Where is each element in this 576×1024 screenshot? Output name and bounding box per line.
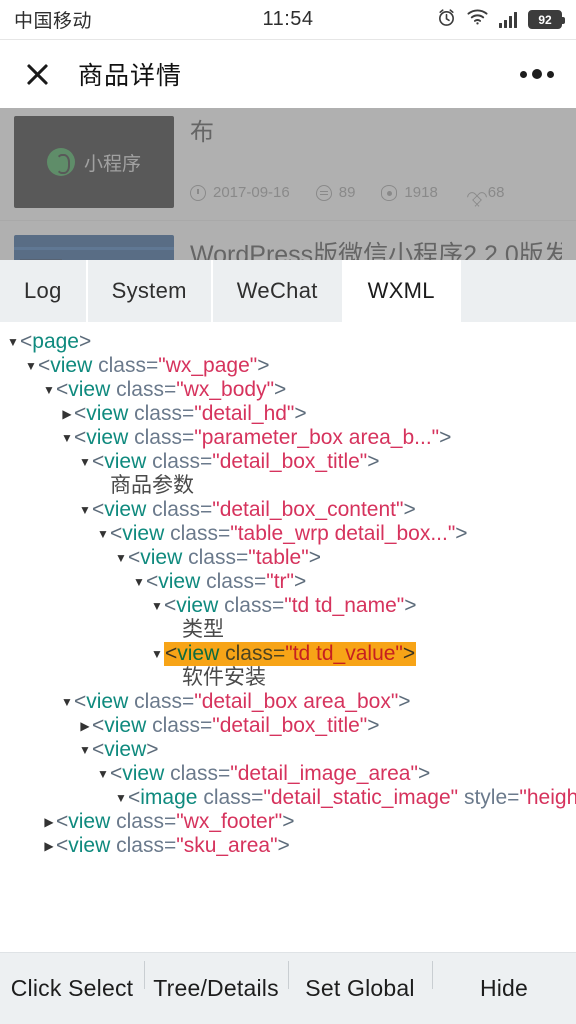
tree-node[interactable]: ▼ <image class="detail_static_image" styl… <box>6 786 576 810</box>
tree-node[interactable]: ▼ <view class="detail_box_content"> <box>6 498 576 522</box>
node-content: <view class="parameter_box area_b..."> <box>74 426 452 449</box>
caret-collapsed-icon[interactable]: ▶ <box>60 402 74 426</box>
toolbar-tree-details[interactable]: Tree/Details <box>144 961 288 1002</box>
node-content: 软件安装 <box>182 666 266 689</box>
node-content: 类型 <box>182 618 224 641</box>
nav-bar: 商品详情 <box>0 40 576 108</box>
node-content: <view class="detail_box_title"> <box>92 450 380 473</box>
node-content: <view class="table_wrp detail_box..."> <box>110 522 468 545</box>
tree-node[interactable]: ▼ <view class="detail_image_area"> <box>6 762 576 786</box>
caret-expanded-icon[interactable]: ▼ <box>150 594 164 618</box>
tree-node[interactable]: ▼ <view class="wx_page"> <box>6 354 576 378</box>
node-content: <view class="table"> <box>128 546 321 569</box>
signal-bars-icon <box>499 11 517 28</box>
tab-system[interactable]: System <box>87 260 211 322</box>
tree-text-node[interactable]: 软件安装 <box>6 666 576 690</box>
tree-node[interactable]: ▶ <view class="sku_area"> <box>6 834 576 858</box>
background-page: 小程序 布 2017-09-16 89 1918 68 <box>0 108 576 260</box>
tree-node[interactable]: ▼ <view class="parameter_box area_b..."> <box>6 426 576 450</box>
wxml-debug-panel: Log System WeChat WXML ▼ <page> ▼ <view class=… <box>0 260 576 1024</box>
node-content: <page> <box>20 330 92 353</box>
node-content: <image class="detail_static_image" style… <box>128 786 576 809</box>
wifi-icon <box>467 9 488 30</box>
node-content: <view class="sku_area"> <box>56 834 290 857</box>
tree-node[interactable]: ▼ <view class="tr"> <box>6 570 576 594</box>
tree-node[interactable]: ▼ <page> <box>6 330 576 354</box>
node-content: <view class="wx_page"> <box>38 354 270 377</box>
caret-expanded-icon[interactable]: ▼ <box>114 546 128 570</box>
caret-expanded-icon[interactable]: ▼ <box>78 498 92 522</box>
tree-node[interactable]: ▼ <view class="wx_body"> <box>6 378 576 402</box>
node-content: <view class="detail_box_title"> <box>92 714 380 737</box>
tree-node[interactable]: ▶ <view class="detail_box_title"> <box>6 714 576 738</box>
caret-expanded-icon[interactable]: ▼ <box>96 522 110 546</box>
toolbar-set-global[interactable]: Set Global <box>288 961 432 1002</box>
tree-node[interactable]: ▼ <view> <box>6 738 576 762</box>
tree-node[interactable]: ▼ <view class="td td_value"> <box>6 642 576 666</box>
dim-overlay <box>0 108 576 260</box>
toolbar-hide[interactable]: Hide <box>432 961 576 1002</box>
tree-node[interactable]: ▼ <view class="table_wrp detail_box..."> <box>6 522 576 546</box>
tree-node[interactable]: ▶ <view class="wx_footer"> <box>6 810 576 834</box>
alarm-clock-icon <box>437 8 456 32</box>
caret-expanded-icon[interactable]: ▼ <box>114 786 128 810</box>
node-content: 商品参数 <box>110 474 194 497</box>
node-content: <view> <box>92 738 159 761</box>
node-content: <view class="detail_image_area"> <box>110 762 431 785</box>
close-icon[interactable] <box>22 59 52 89</box>
tab-wxml[interactable]: WXML <box>343 260 459 322</box>
node-content: <view class="td td_value"> <box>164 642 417 666</box>
caret-collapsed-icon[interactable]: ▶ <box>42 810 56 834</box>
tree-text-node[interactable]: 类型 <box>6 618 576 642</box>
tree-text-node[interactable]: 商品参数 <box>6 474 576 498</box>
wxml-tree[interactable]: ▼ <page> ▼ <view class="wx_page"> ▼ <view cla… <box>0 322 576 952</box>
tree-node[interactable]: ▼ <view class="detail_box area_box"> <box>6 690 576 714</box>
tree-node[interactable]: ▼ <view class="td td_name"> <box>6 594 576 618</box>
caret-expanded-icon[interactable]: ▼ <box>60 690 74 714</box>
node-content: <view class="detail_box_content"> <box>92 498 416 521</box>
debug-toolbar: Click Select Tree/Details Set Global Hide <box>0 952 576 1024</box>
caret-expanded-icon[interactable]: ▼ <box>96 762 110 786</box>
node-content: <view class="wx_body"> <box>56 378 287 401</box>
caret-expanded-icon[interactable]: ▼ <box>6 330 20 354</box>
more-options-icon[interactable] <box>520 69 554 79</box>
status-icons: 92 <box>437 8 565 32</box>
tab-bar-filler <box>460 260 576 322</box>
caret-expanded-icon[interactable]: ▼ <box>78 738 92 762</box>
toolbar-click-select[interactable]: Click Select <box>0 975 144 1002</box>
tab-wechat[interactable]: WeChat <box>212 260 342 322</box>
battery-icon: 92 <box>528 10 565 29</box>
caret-expanded-icon[interactable]: ▼ <box>60 426 74 450</box>
caret-collapsed-icon[interactable]: ▶ <box>42 834 56 858</box>
tree-node[interactable]: ▼ <view class="table"> <box>6 546 576 570</box>
status-bar: 中国移动 11:54 92 <box>0 0 576 40</box>
node-content: <view class="wx_footer"> <box>56 810 295 833</box>
node-content: <view class="detail_box area_box"> <box>74 690 411 713</box>
tab-log[interactable]: Log <box>0 260 86 322</box>
debug-tabs: Log System WeChat WXML <box>0 260 576 322</box>
tree-node[interactable]: ▶ <view class="detail_hd"> <box>6 402 576 426</box>
node-content: <view class="detail_hd"> <box>74 402 307 425</box>
caret-expanded-icon[interactable]: ▼ <box>24 354 38 378</box>
node-content: <view class="tr"> <box>146 570 307 593</box>
battery-level: 92 <box>538 12 552 27</box>
caret-expanded-icon[interactable]: ▼ <box>78 450 92 474</box>
caret-expanded-icon[interactable]: ▼ <box>150 642 164 666</box>
node-content: <view class="td td_name"> <box>164 594 417 617</box>
tree-node[interactable]: ▼ <view class="detail_box_title"> <box>6 450 576 474</box>
caret-expanded-icon[interactable]: ▼ <box>132 570 146 594</box>
page-title: 商品详情 <box>78 62 183 90</box>
caret-expanded-icon[interactable]: ▼ <box>42 378 56 402</box>
caret-collapsed-icon[interactable]: ▶ <box>78 714 92 738</box>
